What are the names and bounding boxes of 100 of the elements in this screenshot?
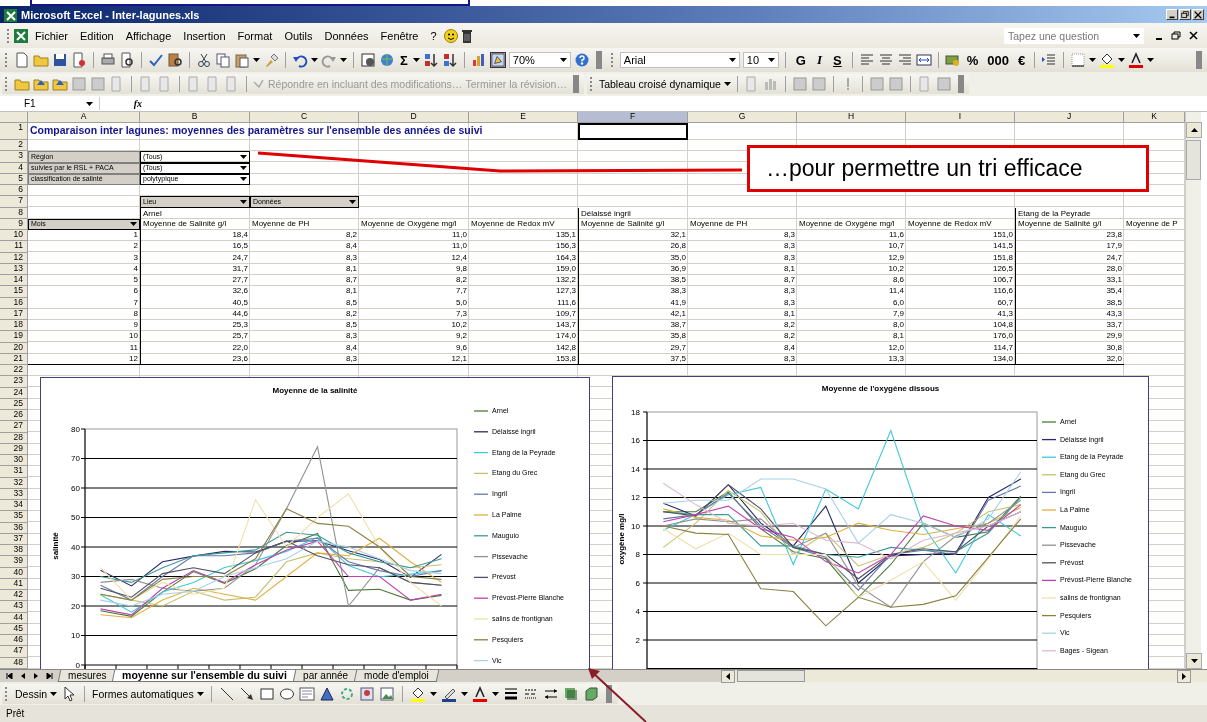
underline-button[interactable]: S: [829, 52, 846, 68]
row-header[interactable]: 47: [0, 646, 28, 658]
clip-art-icon[interactable]: [358, 685, 375, 702]
scrollbar-thumb[interactable]: [737, 670, 805, 682]
help-icon[interactable]: [573, 52, 590, 68]
row-header[interactable]: 8: [0, 207, 28, 219]
restore-icon[interactable]: [1171, 30, 1182, 41]
thousands-button[interactable]: 000: [984, 52, 1012, 68]
row-header[interactable]: 22: [0, 365, 28, 377]
sheet-tab[interactable]: par année: [292, 670, 359, 682]
font-color-icon[interactable]: [1128, 52, 1145, 68]
row-header[interactable]: 15: [0, 286, 28, 298]
percent-button[interactable]: %: [963, 52, 982, 68]
copy-icon[interactable]: [215, 52, 231, 68]
print-preview-icon[interactable]: [119, 52, 135, 68]
line-style-icon[interactable]: [502, 685, 519, 702]
first-sheet-icon[interactable]: [6, 673, 14, 679]
selected-cell[interactable]: [578, 123, 688, 140]
function-button[interactable]: fx: [100, 98, 148, 109]
save-icon[interactable]: [52, 52, 68, 68]
draw-menu[interactable]: Dessin: [15, 687, 58, 700]
row-header[interactable]: 46: [0, 635, 28, 647]
research-icon[interactable]: [167, 52, 183, 68]
shadow-icon[interactable]: [562, 685, 579, 702]
row-header[interactable]: 26: [0, 410, 28, 422]
merge-center-icon[interactable]: [915, 52, 932, 68]
fill-color-icon[interactable]: [1099, 52, 1116, 68]
align-right-icon[interactable]: [896, 52, 913, 68]
row-header[interactable]: 24: [0, 387, 28, 399]
row-header[interactable]: 38: [0, 545, 28, 557]
row-header[interactable]: 18: [0, 320, 28, 332]
sort-descending-icon[interactable]: [441, 52, 458, 68]
drawing-icon[interactable]: [489, 52, 506, 68]
row-header[interactable]: 32: [0, 477, 28, 489]
row-header[interactable]: 28: [0, 432, 28, 444]
menu-item[interactable]: Fichier: [29, 28, 74, 43]
new-document-icon[interactable]: [14, 52, 30, 68]
menu-item[interactable]: Affichage: [119, 28, 178, 43]
cut-icon[interactable]: [196, 52, 212, 68]
row-header[interactable]: 19: [0, 331, 28, 343]
folder-forward-icon[interactable]: [52, 76, 68, 92]
row-header[interactable]: 16: [0, 297, 28, 309]
row-header[interactable]: 1: [0, 123, 28, 140]
scroll-up-button[interactable]: [1186, 122, 1202, 138]
draw-menu[interactable]: Formes automatiques: [92, 687, 204, 700]
euro-button[interactable]: €: [1014, 52, 1029, 68]
row-header[interactable]: 39: [0, 556, 28, 568]
row-header[interactable]: 2: [0, 140, 28, 152]
restore-icon[interactable]: [1179, 9, 1191, 20]
menu-item[interactable]: Fenêtre: [374, 28, 425, 43]
row-header[interactable]: 23: [0, 376, 28, 388]
column-header[interactable]: E: [469, 112, 578, 123]
font-color-icon[interactable]: [471, 685, 488, 702]
column-header[interactable]: A: [28, 112, 140, 123]
sheet-tab[interactable]: mesures: [57, 670, 117, 682]
smiley-icon[interactable]: [442, 27, 459, 44]
help-search-field[interactable]: Tapez une question: [1004, 27, 1144, 44]
menu-item[interactable]: Données: [318, 28, 375, 43]
indent-icon[interactable]: [1041, 52, 1058, 68]
currency-icon[interactable]: [944, 52, 961, 68]
scrollbar-thumb[interactable]: [1186, 140, 1201, 180]
fill-color-icon[interactable]: [409, 685, 426, 702]
arrow-tool-icon[interactable]: [238, 685, 255, 702]
scroll-left-button[interactable]: [721, 669, 735, 683]
font-dropdown[interactable]: Arial: [619, 52, 740, 68]
borders-icon[interactable]: [1070, 52, 1087, 68]
menu-item[interactable]: Edition: [74, 28, 120, 43]
column-header[interactable]: C: [250, 112, 359, 123]
zoom-dropdown[interactable]: 70%: [508, 52, 571, 68]
row-header[interactable]: 35: [0, 511, 28, 523]
row-header[interactable]: 27: [0, 421, 28, 433]
minimize-icon[interactable]: [1166, 9, 1178, 20]
row-header[interactable]: 30: [0, 455, 28, 467]
row-header[interactable]: 48: [0, 657, 28, 669]
menu-item[interactable]: Outils: [278, 28, 319, 43]
permission-icon[interactable]: [71, 52, 87, 68]
column-header[interactable]: B: [140, 112, 250, 123]
oval-tool-icon[interactable]: [278, 685, 295, 702]
bold-button[interactable]: G: [791, 52, 810, 68]
row-header[interactable]: 10: [0, 230, 28, 242]
sheet-tab[interactable]: mode d'emploi: [353, 670, 440, 682]
row-header[interactable]: 43: [0, 601, 28, 613]
spreadsheet-icon[interactable]: [13, 27, 29, 44]
toolbar-options-button[interactable]: [605, 684, 612, 703]
row-header[interactable]: 42: [0, 590, 28, 602]
wordart-icon[interactable]: [318, 685, 335, 702]
column-header[interactable]: J: [1015, 112, 1124, 123]
next-sheet-icon[interactable]: [32, 673, 40, 679]
3d-icon[interactable]: [582, 685, 599, 702]
row-header[interactable]: 31: [0, 466, 28, 478]
close-icon[interactable]: [1188, 30, 1199, 41]
menu-item[interactable]: Insertion: [177, 28, 232, 43]
row-header[interactable]: 4: [0, 162, 28, 174]
image-icon[interactable]: [378, 685, 395, 702]
sort-ascending-icon[interactable]: [422, 52, 439, 68]
font-size-dropdown[interactable]: 10: [742, 52, 779, 68]
menu-item[interactable]: Format: [231, 28, 279, 43]
column-header[interactable]: D: [359, 112, 469, 123]
last-sheet-icon[interactable]: [45, 673, 53, 679]
row-header[interactable]: 3: [0, 151, 28, 163]
